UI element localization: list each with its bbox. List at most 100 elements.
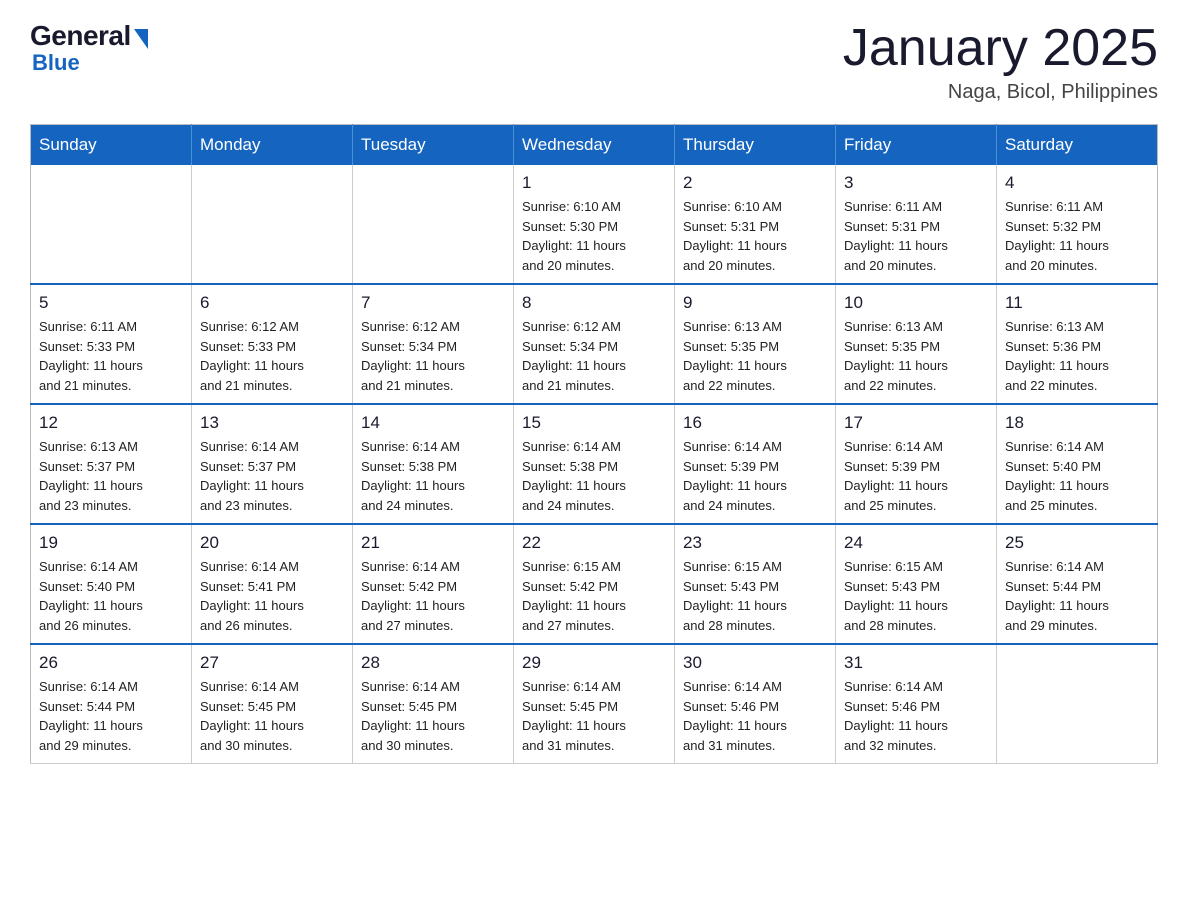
day-number: 5 [39,293,183,313]
calendar-header-wednesday: Wednesday [514,125,675,166]
day-info: Sunrise: 6:14 AMSunset: 5:46 PMDaylight:… [683,677,827,755]
calendar-day-19: 19 Sunrise: 6:14 AMSunset: 5:40 PMDayligh… [31,524,192,644]
calendar-day-11: 11 Sunrise: 6:13 AMSunset: 5:36 PMDayligh… [997,284,1158,404]
day-info: Sunrise: 6:12 AMSunset: 5:34 PMDaylight:… [522,317,666,395]
day-info: Sunrise: 6:14 AMSunset: 5:45 PMDaylight:… [522,677,666,755]
calendar-day-27: 27 Sunrise: 6:14 AMSunset: 5:45 PMDayligh… [192,644,353,764]
calendar-empty-cell [192,165,353,284]
day-number: 21 [361,533,505,553]
day-number: 7 [361,293,505,313]
day-number: 20 [200,533,344,553]
day-info: Sunrise: 6:10 AMSunset: 5:31 PMDaylight:… [683,197,827,275]
day-number: 12 [39,413,183,433]
day-info: Sunrise: 6:12 AMSunset: 5:34 PMDaylight:… [361,317,505,395]
calendar-day-18: 18Sunrise: 6:14 AMSunset: 5:40 PMDayligh… [997,404,1158,524]
day-info: Sunrise: 6:13 AMSunset: 5:35 PMDaylight:… [683,317,827,395]
day-number: 1 [522,173,666,193]
title-section: January 2025 Naga, Bicol, Philippines [843,20,1158,104]
day-number: 14 [361,413,505,433]
calendar-day-12: 12 Sunrise: 6:13 AMSunset: 5:37 PMDayligh… [31,404,192,524]
day-info: Sunrise: 6:14 AMSunset: 5:41 PMDaylight:… [200,557,344,635]
calendar-day-5: 5 Sunrise: 6:11 AMSunset: 5:33 PMDaylight… [31,284,192,404]
calendar-day-8: 8Sunrise: 6:12 AMSunset: 5:34 PMDaylight… [514,284,675,404]
day-number: 11 [1005,293,1149,313]
location-text: Naga, Bicol, Philippines [843,81,1158,104]
calendar-day-17: 17 Sunrise: 6:14 AMSunset: 5:39 PMDayligh… [836,404,997,524]
calendar-week-row: 1 Sunrise: 6:10 AMSunset: 5:30 PMDaylight… [31,165,1158,284]
calendar-week-row: 26 Sunrise: 6:14 AMSunset: 5:44 PMDayligh… [31,644,1158,764]
calendar-table: SundayMondayTuesdayWednesdayThursdayFrid… [30,124,1158,764]
day-info: Sunrise: 6:14 AMSunset: 5:39 PMDaylight:… [683,437,827,515]
day-number: 30 [683,653,827,673]
day-number: 25 [1005,533,1149,553]
calendar-empty-cell [31,165,192,284]
calendar-header-tuesday: Tuesday [353,125,514,166]
day-info: Sunrise: 6:14 AMSunset: 5:38 PMDaylight:… [361,437,505,515]
calendar-week-row: 19 Sunrise: 6:14 AMSunset: 5:40 PMDayligh… [31,524,1158,644]
logo-general-text: General [30,20,131,52]
day-info: Sunrise: 6:14 AMSunset: 5:45 PMDaylight:… [200,677,344,755]
calendar-day-20: 20 Sunrise: 6:14 AMSunset: 5:41 PMDayligh… [192,524,353,644]
day-number: 22 [522,533,666,553]
calendar-day-9: 9 Sunrise: 6:13 AMSunset: 5:35 PMDaylight… [675,284,836,404]
day-number: 19 [39,533,183,553]
day-number: 13 [200,413,344,433]
calendar-empty-cell [997,644,1158,764]
calendar-day-25: 25 Sunrise: 6:14 AMSunset: 5:44 PMDayligh… [997,524,1158,644]
day-info: Sunrise: 6:15 AMSunset: 5:43 PMDaylight:… [844,557,988,635]
calendar-day-23: 23 Sunrise: 6:15 AMSunset: 5:43 PMDayligh… [675,524,836,644]
calendar-day-21: 21Sunrise: 6:14 AMSunset: 5:42 PMDayligh… [353,524,514,644]
calendar-day-1: 1 Sunrise: 6:10 AMSunset: 5:30 PMDaylight… [514,165,675,284]
day-info: Sunrise: 6:11 AMSunset: 5:32 PMDaylight:… [1005,197,1149,275]
calendar-header-thursday: Thursday [675,125,836,166]
calendar-day-28: 28Sunrise: 6:14 AMSunset: 5:45 PMDayligh… [353,644,514,764]
day-info: Sunrise: 6:15 AMSunset: 5:42 PMDaylight:… [522,557,666,635]
day-info: Sunrise: 6:13 AMSunset: 5:35 PMDaylight:… [844,317,988,395]
day-number: 16 [683,413,827,433]
day-info: Sunrise: 6:14 AMSunset: 5:37 PMDaylight:… [200,437,344,515]
day-info: Sunrise: 6:14 AMSunset: 5:46 PMDaylight:… [844,677,988,755]
day-number: 17 [844,413,988,433]
day-info: Sunrise: 6:13 AMSunset: 5:36 PMDaylight:… [1005,317,1149,395]
day-info: Sunrise: 6:14 AMSunset: 5:38 PMDaylight:… [522,437,666,515]
day-number: 26 [39,653,183,673]
day-info: Sunrise: 6:14 AMSunset: 5:39 PMDaylight:… [844,437,988,515]
month-title: January 2025 [843,20,1158,77]
calendar-day-13: 13 Sunrise: 6:14 AMSunset: 5:37 PMDayligh… [192,404,353,524]
calendar-day-2: 2Sunrise: 6:10 AMSunset: 5:31 PMDaylight… [675,165,836,284]
calendar-day-22: 22 Sunrise: 6:15 AMSunset: 5:42 PMDayligh… [514,524,675,644]
day-number: 23 [683,533,827,553]
day-info: Sunrise: 6:12 AMSunset: 5:33 PMDaylight:… [200,317,344,395]
day-info: Sunrise: 6:10 AMSunset: 5:30 PMDaylight:… [522,197,666,275]
day-info: Sunrise: 6:14 AMSunset: 5:40 PMDaylight:… [39,557,183,635]
day-info: Sunrise: 6:14 AMSunset: 5:40 PMDaylight:… [1005,437,1149,515]
day-number: 6 [200,293,344,313]
page-header: General Blue January 2025 Naga, Bicol, P… [30,20,1158,104]
day-number: 31 [844,653,988,673]
calendar-week-row: 5 Sunrise: 6:11 AMSunset: 5:33 PMDaylight… [31,284,1158,404]
day-info: Sunrise: 6:14 AMSunset: 5:44 PMDaylight:… [39,677,183,755]
logo-blue-text: Blue [32,50,80,76]
calendar-day-7: 7 Sunrise: 6:12 AMSunset: 5:34 PMDaylight… [353,284,514,404]
day-info: Sunrise: 6:14 AMSunset: 5:44 PMDaylight:… [1005,557,1149,635]
calendar-day-31: 31 Sunrise: 6:14 AMSunset: 5:46 PMDayligh… [836,644,997,764]
calendar-day-14: 14 Sunrise: 6:14 AMSunset: 5:38 PMDayligh… [353,404,514,524]
calendar-week-row: 12 Sunrise: 6:13 AMSunset: 5:37 PMDayligh… [31,404,1158,524]
calendar-day-30: 30 Sunrise: 6:14 AMSunset: 5:46 PMDayligh… [675,644,836,764]
calendar-header-saturday: Saturday [997,125,1158,166]
day-info: Sunrise: 6:13 AMSunset: 5:37 PMDaylight:… [39,437,183,515]
day-number: 27 [200,653,344,673]
day-number: 24 [844,533,988,553]
calendar-day-15: 15Sunrise: 6:14 AMSunset: 5:38 PMDayligh… [514,404,675,524]
calendar-day-24: 24 Sunrise: 6:15 AMSunset: 5:43 PMDayligh… [836,524,997,644]
calendar-day-26: 26 Sunrise: 6:14 AMSunset: 5:44 PMDayligh… [31,644,192,764]
day-number: 10 [844,293,988,313]
day-number: 9 [683,293,827,313]
calendar-header-row: SundayMondayTuesdayWednesdayThursdayFrid… [31,125,1158,166]
day-number: 4 [1005,173,1149,193]
calendar-header-sunday: Sunday [31,125,192,166]
calendar-day-3: 3Sunrise: 6:11 AMSunset: 5:31 PMDaylight… [836,165,997,284]
day-info: Sunrise: 6:15 AMSunset: 5:43 PMDaylight:… [683,557,827,635]
day-info: Sunrise: 6:11 AMSunset: 5:33 PMDaylight:… [39,317,183,395]
calendar-day-29: 29Sunrise: 6:14 AMSunset: 5:45 PMDayligh… [514,644,675,764]
